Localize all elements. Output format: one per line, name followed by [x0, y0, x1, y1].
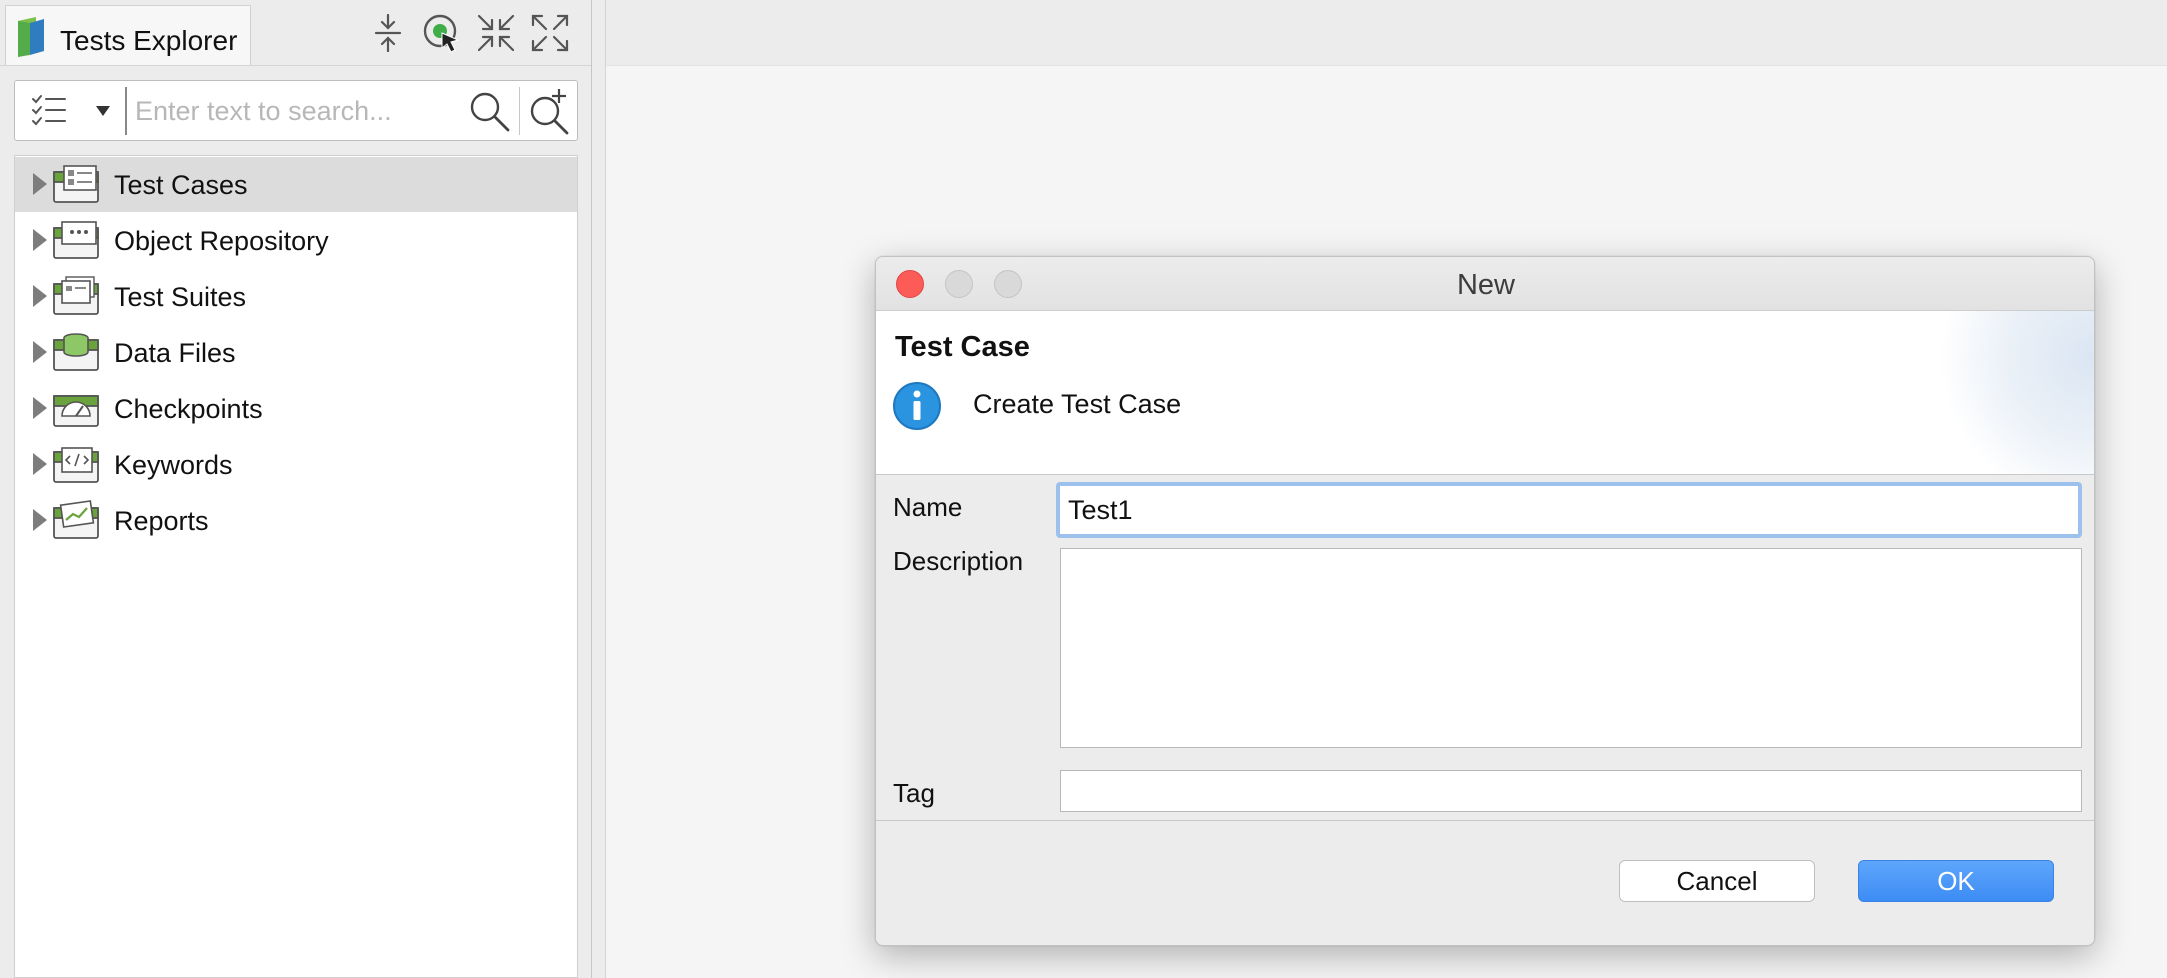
expand-arrow-icon[interactable] [33, 285, 47, 307]
filter-dropdown-button[interactable] [23, 89, 123, 133]
tree-item-label: Object Repository [114, 226, 329, 256]
reports-folder-icon [53, 500, 99, 539]
dialog-footer: Cancel OK [876, 820, 2094, 945]
description-label: Description [893, 546, 1024, 576]
explorer-border [591, 0, 592, 978]
ok-button[interactable]: OK [1858, 860, 2054, 902]
expand-arrow-icon[interactable] [33, 173, 47, 195]
checklist-filter-icon [32, 95, 66, 126]
dialog-header: Test Case Create Test Case [876, 311, 2094, 475]
description-field[interactable] [1060, 548, 2082, 748]
explorer-search-bar [14, 80, 578, 141]
tests-explorer-title: Tests Explorer [60, 25, 238, 56]
dialog-title-bar[interactable]: New [876, 257, 2094, 311]
maximize-icon [531, 14, 569, 52]
advanced-search-icon [530, 89, 569, 135]
collapse-all-icon [374, 14, 402, 52]
info-icon [893, 382, 941, 430]
collapse-all-button[interactable] [366, 10, 410, 56]
minimize-icon [477, 14, 515, 52]
tree-item-label: Reports [114, 506, 209, 536]
search-divider-2 [519, 87, 520, 135]
minimize-view-button[interactable] [474, 10, 518, 56]
tests-explorer-panel: Tests Explorer Enter text to search... T… [0, 0, 592, 978]
tree-item-reports[interactable]: Reports [15, 493, 577, 548]
expand-arrow-icon[interactable] [33, 229, 47, 251]
new-test-case-dialog: New Test Case Create Test Case Name Desc… [875, 256, 2095, 946]
tag-field[interactable] [1060, 770, 2082, 812]
cancel-button[interactable]: Cancel [1619, 860, 1815, 902]
test-cases-folder-icon [53, 165, 99, 203]
editor-tab-bar [606, 0, 2167, 66]
name-field[interactable] [1056, 482, 2082, 538]
dialog-message: Create Test Case [973, 389, 1182, 419]
expand-arrow-icon[interactable] [33, 453, 47, 475]
name-label: Name [893, 492, 963, 522]
dialog-window-title: New [1456, 269, 1515, 301]
data-files-folder-icon [53, 333, 99, 371]
link-with-editor-icon [423, 14, 460, 53]
tree-item-label: Data Files [114, 338, 236, 368]
tree-item-checkpoints[interactable]: Checkpoints [15, 381, 577, 436]
tree-item-label: Test Cases [114, 170, 248, 200]
search-button[interactable] [467, 89, 511, 133]
tests-explorer-tab[interactable]: Tests Explorer [5, 5, 251, 65]
tree-item-object-repository[interactable]: Object Repository [15, 213, 577, 268]
dialog-heading: Test Case [895, 331, 1030, 363]
search-icon [470, 92, 510, 132]
search-divider [125, 87, 127, 135]
dialog-form: Name Description Tag [876, 476, 2094, 820]
search-input[interactable] [135, 89, 465, 133]
expand-arrow-icon[interactable] [33, 341, 47, 363]
keywords-folder-icon [53, 447, 99, 483]
tree-item-label: Checkpoints [114, 394, 263, 424]
expand-arrow-icon[interactable] [33, 509, 47, 531]
object-repository-folder-icon [53, 221, 99, 259]
header-decoration [1916, 311, 2094, 474]
test-suites-folder-icon [53, 276, 99, 315]
tree-item-keywords[interactable]: Keywords [15, 437, 577, 492]
maximize-view-button[interactable] [528, 10, 572, 56]
katalon-logo-icon [18, 17, 44, 57]
tree-item-test-cases[interactable]: Test Cases [15, 157, 577, 212]
tree-item-label: Keywords [114, 450, 233, 480]
checkpoints-folder-icon [53, 395, 99, 427]
link-with-editor-button[interactable] [420, 10, 464, 56]
chevron-down-icon [96, 106, 110, 116]
explorer-tree: Test Cases Object Repository Test Suites [14, 155, 578, 978]
tree-item-data-files[interactable]: Data Files [15, 325, 577, 380]
advanced-search-button[interactable] [525, 87, 573, 135]
tag-label: Tag [893, 778, 935, 808]
tree-item-test-suites[interactable]: Test Suites [15, 269, 577, 324]
tree-item-label: Test Suites [114, 282, 247, 312]
expand-arrow-icon[interactable] [33, 397, 47, 419]
